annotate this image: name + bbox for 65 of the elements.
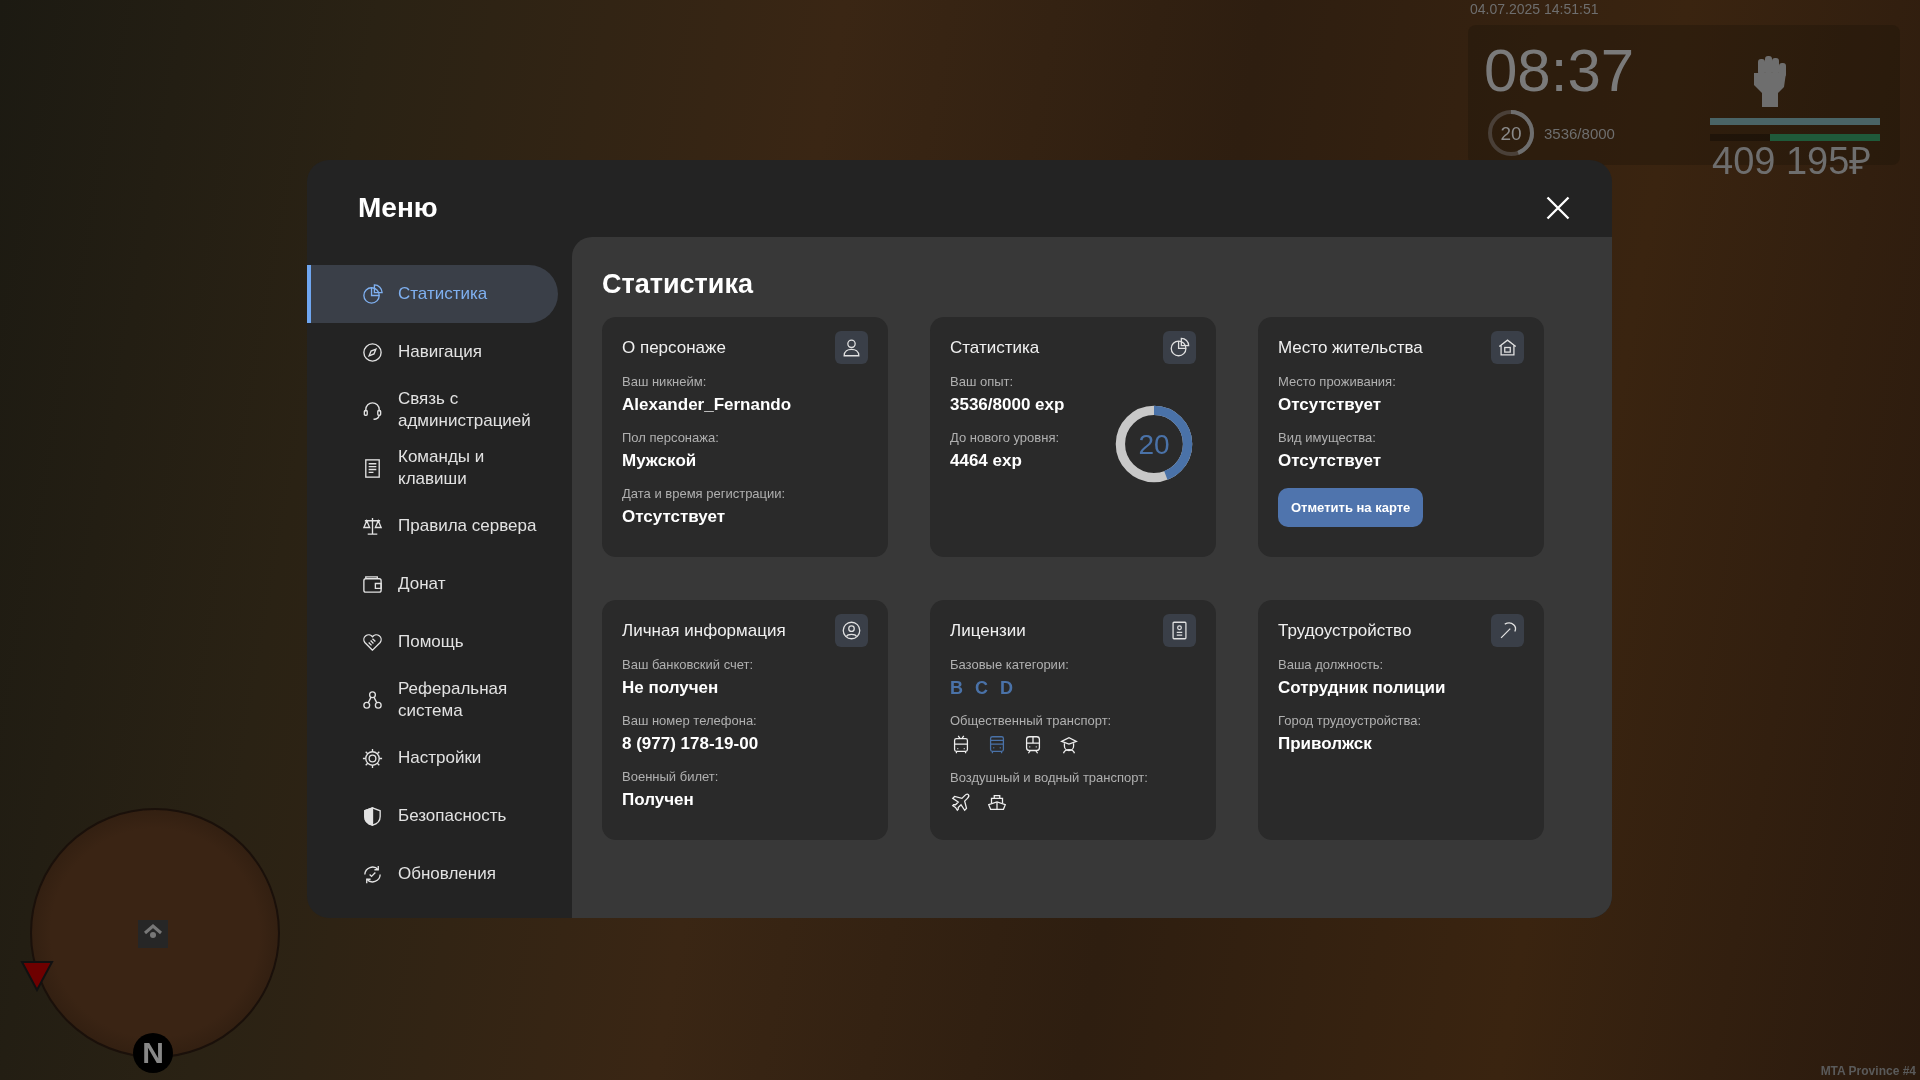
card-title: Трудоустройство — [1278, 620, 1412, 641]
shield-icon — [361, 804, 384, 828]
field-label: Ваша должность: — [1278, 657, 1385, 672]
network-icon — [361, 688, 384, 712]
date-time: 04.07.2025 14:51:51 — [1470, 1, 1599, 17]
sidebar-item[interactable]: Команды и клавиши — [307, 439, 558, 497]
sidebar-item[interactable]: Навигация — [307, 323, 558, 381]
card-title: Статистика — [950, 337, 1040, 358]
settings-icon — [361, 746, 384, 770]
field-value: Получен — [622, 790, 695, 810]
sidebar-item[interactable]: Настройки — [307, 729, 558, 787]
sidebar-item[interactable]: Связь с администрацией — [307, 381, 558, 439]
license-category: B — [950, 678, 963, 699]
server-label: MTA Province #4 — [1820, 1064, 1916, 1078]
person-icon — [835, 331, 868, 364]
field-label: Ваш опыт: — [950, 374, 1015, 389]
sidebar-item[interactable]: Обновления — [307, 845, 558, 903]
field-label: Ваш номер телефона: — [622, 713, 758, 728]
field-value: Alexander_Fernando — [622, 395, 792, 415]
mark-on-map-button[interactable]: Отметить на карте — [1278, 488, 1424, 527]
field-value: Отсутствует — [1278, 395, 1383, 415]
field-label: Город трудоустройства: — [1278, 713, 1423, 728]
sidebar-item[interactable]: Статистика — [307, 265, 558, 323]
card-title: Место жительства — [1278, 337, 1423, 358]
field-label: Дата и время регистрации: — [622, 486, 787, 501]
field-label: Ваш никнейм: — [622, 374, 708, 389]
menu-title: Меню — [358, 191, 438, 224]
card-title: Личная информация — [622, 620, 786, 641]
field-label: Место проживания: — [1278, 374, 1396, 389]
field-value: 4464 exp — [950, 451, 1023, 471]
field-label: Пол персонажа: — [622, 430, 720, 445]
triangle-icon — [20, 960, 54, 992]
field-label: Ваш банковский счет: — [622, 657, 755, 672]
game-clock: 08:37 — [1484, 41, 1635, 101]
field-label: Базовые категории: — [950, 657, 1070, 672]
field-label: Вид имущества: — [1278, 430, 1377, 445]
field-value: Приволжск — [1278, 734, 1373, 754]
field-label: Военный билет: — [622, 769, 720, 784]
field-value: 3536/8000 exp — [950, 395, 1065, 415]
field-value: Отсутствует — [1278, 451, 1383, 471]
license-category: D — [1000, 678, 1013, 699]
id-card-icon — [1163, 614, 1196, 647]
field-value: Сотрудник полиции — [1278, 678, 1446, 698]
section-title: Статистика — [602, 269, 755, 300]
money-amount: 409 195₽ — [1712, 142, 1872, 180]
pie-chart-icon — [1163, 331, 1196, 364]
field-value: 8 (977) 178-19-00 — [622, 734, 759, 754]
experience-count: 3536/8000 — [1544, 124, 1615, 142]
field-label: До нового уровня: — [950, 430, 1061, 445]
level-ring: 20 — [1486, 108, 1536, 158]
license-category: C — [975, 678, 988, 699]
card-title: Лицензии — [950, 620, 1026, 641]
field-label: Воздушный и водный транспорт: — [950, 770, 1149, 785]
sidebar-item[interactable]: Донат — [307, 555, 558, 613]
sidebar-item[interactable]: Правила сервера — [307, 497, 558, 555]
field-value: Мужской — [622, 451, 698, 471]
field-value: Не получен — [622, 678, 720, 698]
field-value: Отсутствует — [622, 507, 727, 527]
field-label: Общественный транспорт: — [950, 713, 1113, 728]
pie-chart-icon — [361, 282, 384, 306]
compass-icon — [361, 340, 384, 364]
card-title: О персонаже — [622, 337, 726, 358]
sidebar-item[interactable]: Помощь — [307, 613, 558, 671]
sidebar-item[interactable]: Безопасность — [307, 787, 558, 845]
sidebar-item[interactable]: Реферальная система — [307, 671, 558, 729]
